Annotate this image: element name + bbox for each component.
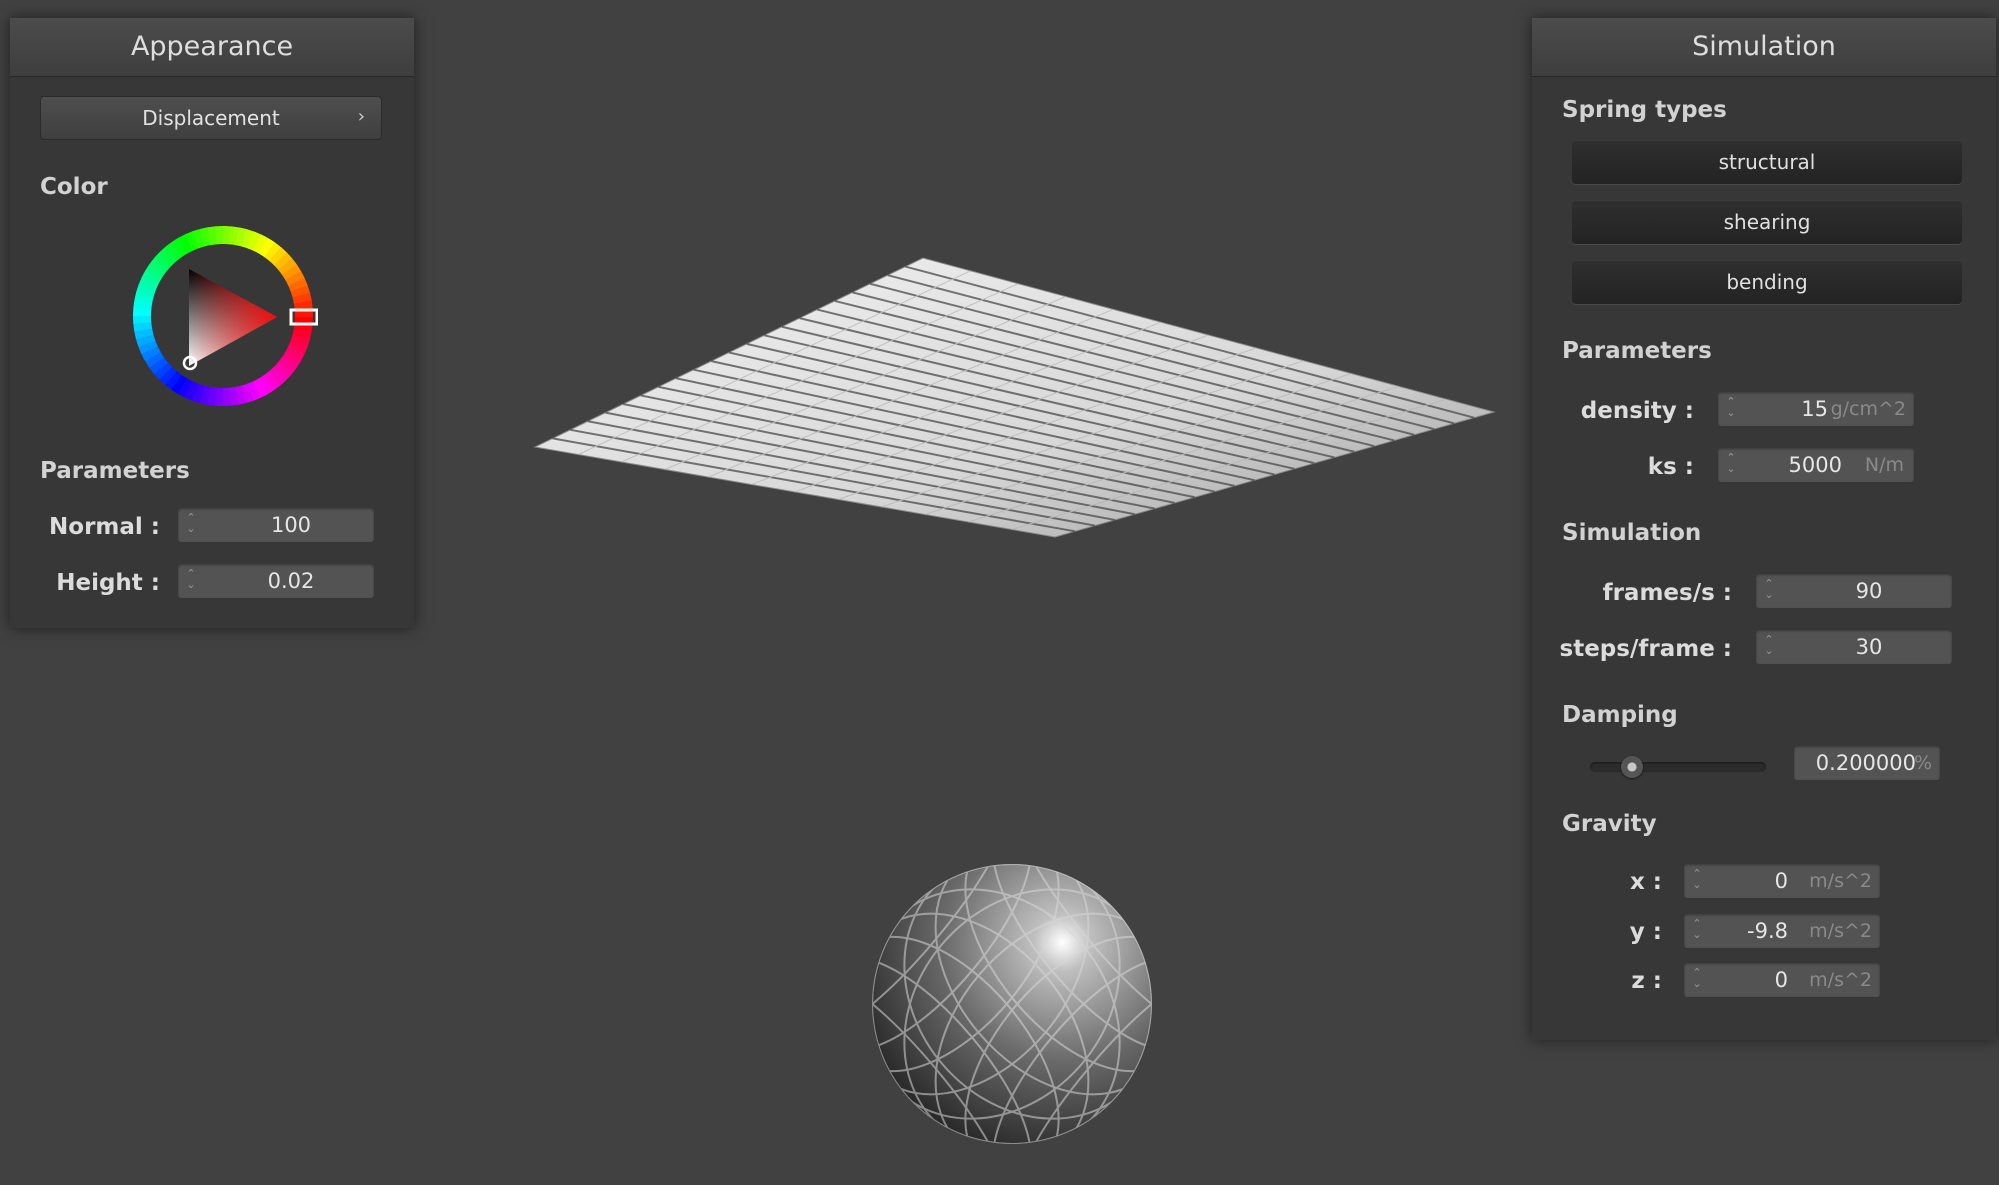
stepper-icon[interactable]: ⌃ ⌄ bbox=[1690, 967, 1704, 993]
gravity-x-input[interactable]: ⌃ ⌄ 0 m/s^2 bbox=[1684, 864, 1880, 898]
height-input[interactable]: ⌃ ⌄ 0.02 bbox=[178, 564, 374, 598]
ks-value: 5000 bbox=[1788, 453, 1842, 477]
appearance-title: Appearance bbox=[10, 18, 414, 77]
damping-slider[interactable] bbox=[1590, 756, 1766, 778]
gravity-x-unit: m/s^2 bbox=[1809, 870, 1872, 892]
steps-input[interactable]: ⌃ ⌄ 30 bbox=[1756, 630, 1952, 664]
gravity-y-value: -9.8 bbox=[1747, 919, 1788, 943]
ks-input[interactable]: ⌃ ⌄ 5000 N/m bbox=[1718, 448, 1914, 482]
normal-value: 100 bbox=[270, 513, 312, 537]
density-label: density : bbox=[1580, 398, 1694, 424]
cloth-surface bbox=[533, 257, 1496, 538]
gravity-z-value: 0 bbox=[1774, 968, 1788, 992]
simulation-section-label: Simulation bbox=[1562, 520, 1702, 546]
density-value: 15 bbox=[1801, 397, 1828, 421]
normal-input[interactable]: ⌃ ⌄ 100 bbox=[178, 508, 374, 542]
height-label: Height : bbox=[56, 570, 160, 596]
steps-label: steps/frame : bbox=[1559, 636, 1732, 662]
spring-types-label: Spring types bbox=[1562, 97, 1727, 123]
density-unit: g/cm^2 bbox=[1830, 398, 1906, 420]
frames-label: frames/s : bbox=[1602, 580, 1732, 606]
ks-label: ks : bbox=[1647, 454, 1694, 480]
stepper-icon[interactable]: ⌃ ⌄ bbox=[184, 568, 198, 594]
normal-label: Normal : bbox=[49, 514, 160, 540]
appearance-panel: Appearance Displacement › Color Paramete… bbox=[10, 18, 414, 628]
chevron-right-icon: › bbox=[357, 106, 365, 127]
stepper-icon[interactable]: ⌃ ⌄ bbox=[1724, 452, 1738, 478]
stepper-icon[interactable]: ⌃ ⌄ bbox=[1762, 634, 1776, 660]
gravity-z-input[interactable]: ⌃ ⌄ 0 m/s^2 bbox=[1684, 963, 1880, 997]
displacement-dropdown[interactable]: Displacement › bbox=[40, 96, 382, 140]
density-input[interactable]: ⌃ ⌄ 15 g/cm^2 bbox=[1718, 392, 1914, 426]
gravity-y-input[interactable]: ⌃ ⌄ -9.8 m/s^2 bbox=[1684, 914, 1880, 948]
structural-button[interactable]: structural bbox=[1572, 140, 1962, 184]
bending-button[interactable]: bending bbox=[1572, 260, 1962, 304]
steps-value: 30 bbox=[1855, 635, 1883, 659]
gravity-x-label: x : bbox=[1629, 869, 1662, 895]
gravity-y-unit: m/s^2 bbox=[1809, 920, 1872, 942]
damping-label: Damping bbox=[1562, 702, 1678, 728]
stepper-icon[interactable]: ⌃ ⌄ bbox=[1724, 396, 1738, 422]
parameters-label: Parameters bbox=[1562, 338, 1712, 364]
shearing-button[interactable]: shearing bbox=[1572, 200, 1962, 244]
gravity-x-value: 0 bbox=[1774, 869, 1788, 893]
gravity-y-label: y : bbox=[1629, 919, 1662, 945]
stepper-icon[interactable]: ⌃ ⌄ bbox=[1690, 868, 1704, 894]
slider-track[interactable] bbox=[1590, 762, 1766, 772]
damping-value: 0.200000 bbox=[1815, 751, 1916, 775]
frames-input[interactable]: ⌃ ⌄ 90 bbox=[1756, 574, 1952, 608]
gravity-z-label: z : bbox=[1631, 968, 1662, 994]
gravity-z-unit: m/s^2 bbox=[1809, 969, 1872, 991]
gravity-label: Gravity bbox=[1562, 811, 1657, 837]
color-wheel[interactable] bbox=[128, 221, 318, 411]
slider-thumb[interactable] bbox=[1620, 756, 1643, 778]
stepper-icon[interactable]: ⌃ ⌄ bbox=[184, 512, 198, 538]
ks-unit: N/m bbox=[1864, 454, 1904, 476]
simulation-title: Simulation bbox=[1532, 18, 1996, 77]
height-value: 0.02 bbox=[267, 569, 315, 593]
damping-input[interactable]: 0.200000 % bbox=[1794, 746, 1940, 780]
simulation-panel: Simulation Spring types structural shear… bbox=[1532, 18, 1996, 1040]
appearance-parameters-label: Parameters bbox=[40, 458, 190, 484]
dropdown-label: Displacement bbox=[142, 106, 280, 130]
color-label: Color bbox=[40, 174, 108, 200]
frames-value: 90 bbox=[1855, 579, 1883, 603]
stepper-icon[interactable]: ⌃ ⌄ bbox=[1762, 578, 1776, 604]
damping-unit: % bbox=[1913, 752, 1932, 774]
stepper-icon[interactable]: ⌃ ⌄ bbox=[1690, 918, 1704, 944]
